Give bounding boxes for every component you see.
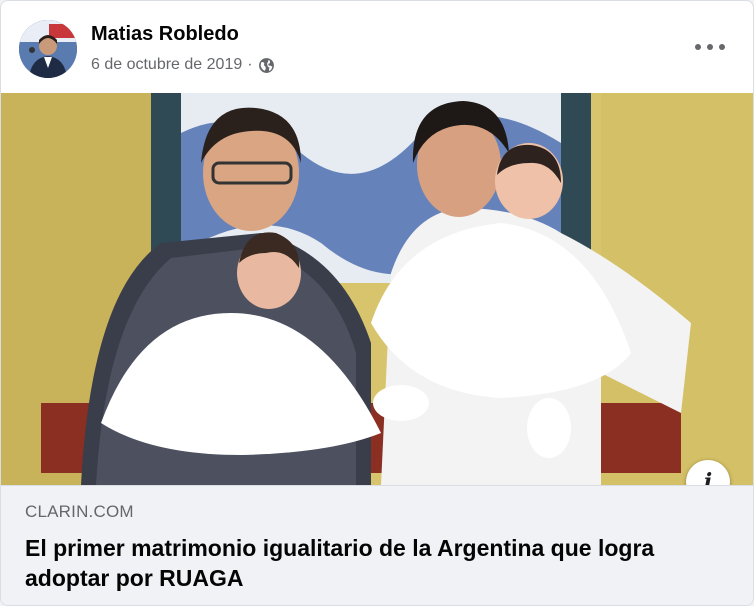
link-preview-image[interactable] (1, 93, 753, 485)
globe-icon[interactable] (258, 57, 275, 74)
post-header: Matias Robledo 6 de octubre de 2019 · (1, 1, 753, 93)
dot (695, 44, 701, 50)
more-options-icon[interactable] (695, 35, 725, 59)
author-name[interactable]: Matias Robledo (91, 23, 239, 46)
link-preview-box[interactable]: CLARIN.COM El primer matrimonio igualita… (1, 485, 753, 605)
dot (707, 44, 713, 50)
dot (719, 44, 725, 50)
post-card: Matias Robledo 6 de octubre de 2019 · i … (0, 0, 754, 606)
avatar-image (19, 20, 77, 78)
family-photo (1, 93, 753, 485)
avatar[interactable] (19, 20, 77, 78)
post-meta: 6 de octubre de 2019 · (91, 56, 275, 74)
meta-separator: · (247, 56, 253, 73)
link-title[interactable]: El primer matrimonio igualitario de la A… (25, 533, 725, 593)
link-domain: CLARIN.COM (25, 502, 134, 521)
post-date[interactable]: 6 de octubre de 2019 (91, 56, 242, 74)
